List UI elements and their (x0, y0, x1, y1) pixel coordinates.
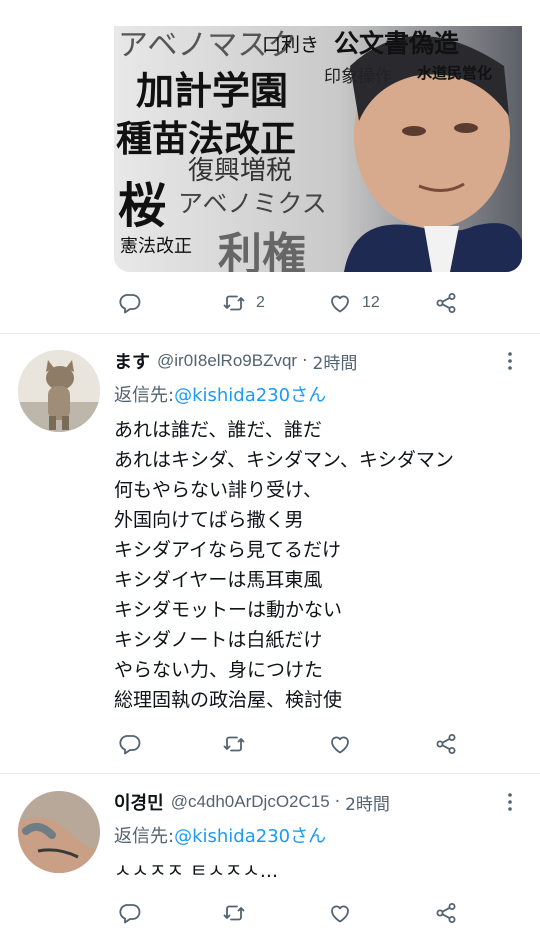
avatar-image (18, 350, 100, 432)
retweet-icon (223, 736, 245, 752)
tweet-text-line: あれはキシダ、キシダマン、キシダマン (114, 449, 454, 471)
media-word: 加計学園 (136, 68, 289, 113)
tweet-actions: 2 12 (114, 289, 474, 317)
reply-icon (119, 904, 141, 924)
media-word: 公文書偽造 (334, 29, 460, 58)
more-options-button[interactable] (500, 349, 520, 373)
tweet-text-line: 外国向けてばら撒く男 (114, 509, 304, 531)
reply-context: 返信先: @kishida230さん (114, 822, 326, 848)
more-icon (508, 793, 512, 811)
timestamp[interactable]: 2時間 (313, 349, 358, 374)
tweet-divider (0, 333, 540, 334)
like-icon (331, 295, 349, 313)
retweet-icon (223, 905, 245, 921)
share-button[interactable] (434, 289, 458, 317)
separator-dot: · (302, 351, 308, 371)
tweet-text-line: 総理固執の政治屋、検討使 (114, 689, 343, 711)
reply-to-link[interactable]: @kishida230さん (174, 381, 326, 407)
retweet-button[interactable]: 2 (222, 289, 265, 317)
avatar[interactable] (18, 350, 100, 432)
more-icon (508, 352, 512, 370)
share-button[interactable] (434, 730, 458, 758)
tweet-header: 이경민 @c4dh0ArDjcO2C15 · 2時間 (114, 789, 514, 815)
media-word: アベノミクス (178, 189, 327, 218)
media-word: 憲法改正 (120, 236, 192, 257)
user-handle[interactable]: @c4dh0ArDjcO2C15 (171, 792, 330, 812)
reply-icon (119, 294, 141, 314)
tweet-header: ます @ir0I8elRo9BZvqr · 2時間 (114, 348, 514, 374)
retweet-button[interactable] (222, 899, 246, 927)
like-icon (331, 905, 349, 923)
tweet-text-line: キシダイヤーは馬耳東風 (114, 569, 323, 591)
tweet-text: ㅅㅅㅈㅈ ㅌㅅㅈㅅ... (114, 856, 529, 886)
reply-button[interactable] (118, 289, 142, 317)
display-name[interactable]: 이경민 (114, 789, 164, 815)
share-icon (436, 903, 456, 923)
tweet-text-line: キシダノートは白紙だけ (114, 629, 323, 651)
share-icon (436, 293, 456, 313)
top-strip (0, 0, 540, 26)
tweet-actions (114, 899, 474, 927)
tweet-divider (0, 773, 540, 774)
like-button[interactable]: 12 (328, 289, 380, 317)
more-options-button[interactable] (500, 790, 520, 814)
like-button[interactable] (328, 899, 352, 927)
retweet-count: 2 (256, 294, 265, 311)
tweet-text-line: キシダアイなら見てるだけ (114, 539, 342, 561)
tweet-text-line: ㅅㅅㅈㅈ ㅌㅅㅈㅅ... (114, 860, 278, 882)
media-word: 印象操作 (324, 67, 392, 87)
media-word: 利権 (218, 229, 306, 272)
retweet-button[interactable] (222, 730, 246, 758)
tweet-text-line: キシダモットーは動かない (114, 599, 343, 621)
separator-dot: · (334, 792, 341, 812)
tweet-text-line: 何もやらない誹り受け、 (114, 479, 323, 501)
reply-context: 返信先: @kishida230さん (114, 381, 326, 407)
media-word: 水道民営化 (417, 64, 493, 82)
media-word: 口利き (262, 34, 320, 56)
reply-button[interactable] (118, 899, 142, 927)
tweet-text-line: やらない力、身につけた (114, 659, 324, 681)
reply-to-link[interactable]: @kishida230さん (174, 822, 326, 848)
media-word: 桜 (118, 178, 167, 234)
tweet-actions (114, 730, 474, 758)
share-icon (436, 734, 456, 754)
reply-label: 返信先: (114, 826, 175, 847)
timestamp[interactable]: 2時間 (345, 790, 390, 815)
user-handle[interactable]: @ir0I8elRo9BZvqr (157, 351, 297, 371)
tweet-text: あれは誰だ、誰だ、誰だ あれはキシダ、キシダマン、キシダマン 何もやらない誹り受… (114, 415, 529, 715)
avatar[interactable] (18, 791, 100, 873)
reply-button[interactable] (118, 730, 142, 758)
reply-label: 返信先: (114, 385, 175, 406)
display-name[interactable]: ます (114, 348, 150, 374)
share-button[interactable] (434, 899, 458, 927)
like-count: 12 (362, 294, 380, 311)
media-word: 復興増税 (188, 156, 293, 186)
avatar-image (18, 791, 100, 873)
tweet-text-line: あれは誰だ、誰だ、誰だ (114, 419, 322, 441)
tweet-media-image[interactable]: アベノマスク 口利き 公文書偽造 印象操作 水道民営化 加計学園 種苗法改正 復… (114, 26, 522, 272)
reply-icon (119, 735, 141, 755)
retweet-icon (223, 295, 245, 311)
like-icon (331, 736, 349, 754)
like-button[interactable] (328, 730, 352, 758)
